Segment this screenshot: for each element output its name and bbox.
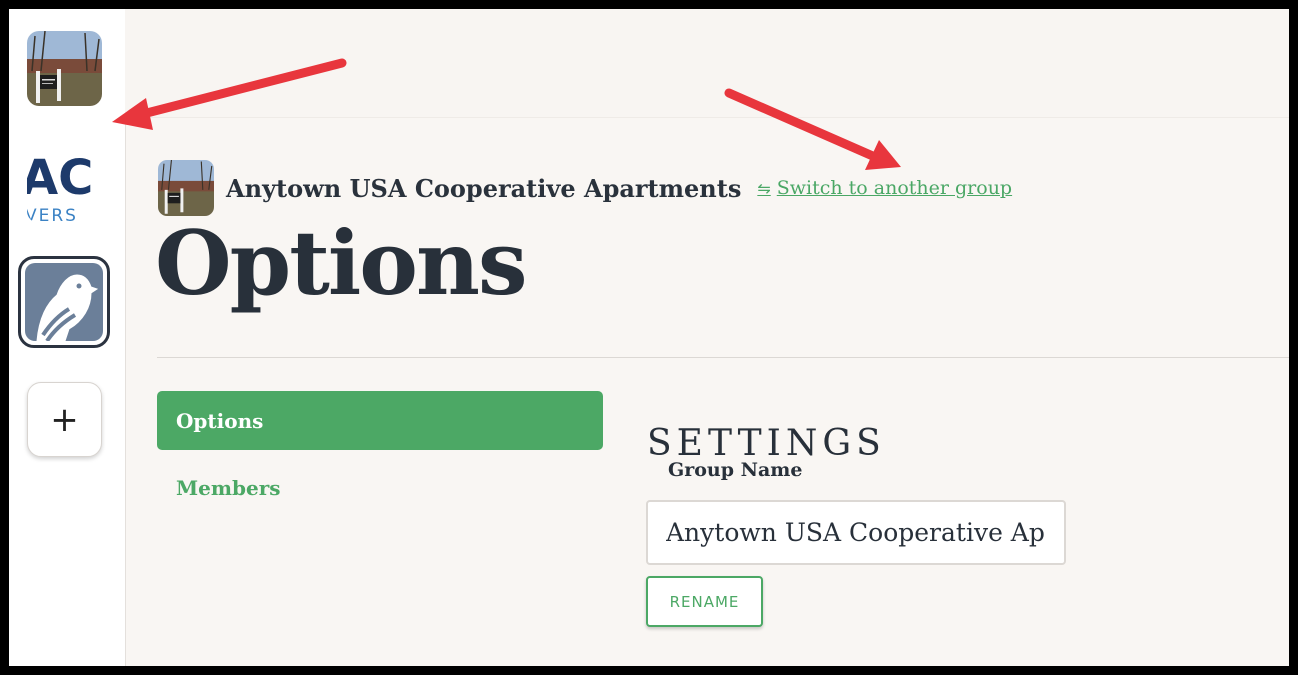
page-title: Options bbox=[155, 211, 527, 315]
arrows-swap-icon: ⇋ bbox=[757, 178, 771, 198]
main-content: Anytown USA Cooperative Apartments ⇋ Swi… bbox=[125, 9, 1289, 666]
divider bbox=[157, 357, 1289, 358]
switch-group-label: Switch to another group bbox=[776, 177, 1013, 199]
group-icon-ac[interactable]: AC VERS bbox=[27, 148, 102, 223]
group-icon-anytown[interactable] bbox=[27, 31, 102, 106]
group-name-input[interactable] bbox=[646, 500, 1066, 565]
group-header: Anytown USA Cooperative Apartments ⇋ Swi… bbox=[158, 160, 1012, 216]
svg-text:AC: AC bbox=[27, 150, 93, 206]
pigeon-logo-icon bbox=[36, 274, 99, 341]
settings-heading: SETTINGS bbox=[647, 422, 886, 464]
group-name-label: Group Name bbox=[668, 459, 803, 481]
sign-photo-icon bbox=[158, 160, 214, 216]
app-window: AC VERS + Anytown USA Cooperative Apartm… bbox=[9, 9, 1289, 666]
nav-item-options[interactable]: Options bbox=[157, 391, 603, 450]
top-band bbox=[125, 9, 1289, 118]
nav-item-members[interactable]: Members bbox=[176, 476, 281, 500]
svg-text:VERS: VERS bbox=[27, 206, 78, 223]
group-sidebar: AC VERS + bbox=[9, 9, 126, 666]
group-title: Anytown USA Cooperative Apartments bbox=[226, 173, 742, 203]
group-avatar bbox=[158, 160, 214, 216]
group-icon-pigeon[interactable] bbox=[18, 256, 110, 348]
add-group-button[interactable]: + bbox=[27, 382, 102, 457]
rename-button[interactable]: RENAME bbox=[646, 576, 763, 627]
sign-photo-icon bbox=[27, 31, 102, 106]
switch-group-link[interactable]: ⇋ Switch to another group bbox=[757, 177, 1012, 199]
ac-logo-icon: AC VERS bbox=[27, 148, 102, 223]
nav-item-label: Options bbox=[176, 408, 264, 433]
plus-icon: + bbox=[50, 399, 79, 440]
